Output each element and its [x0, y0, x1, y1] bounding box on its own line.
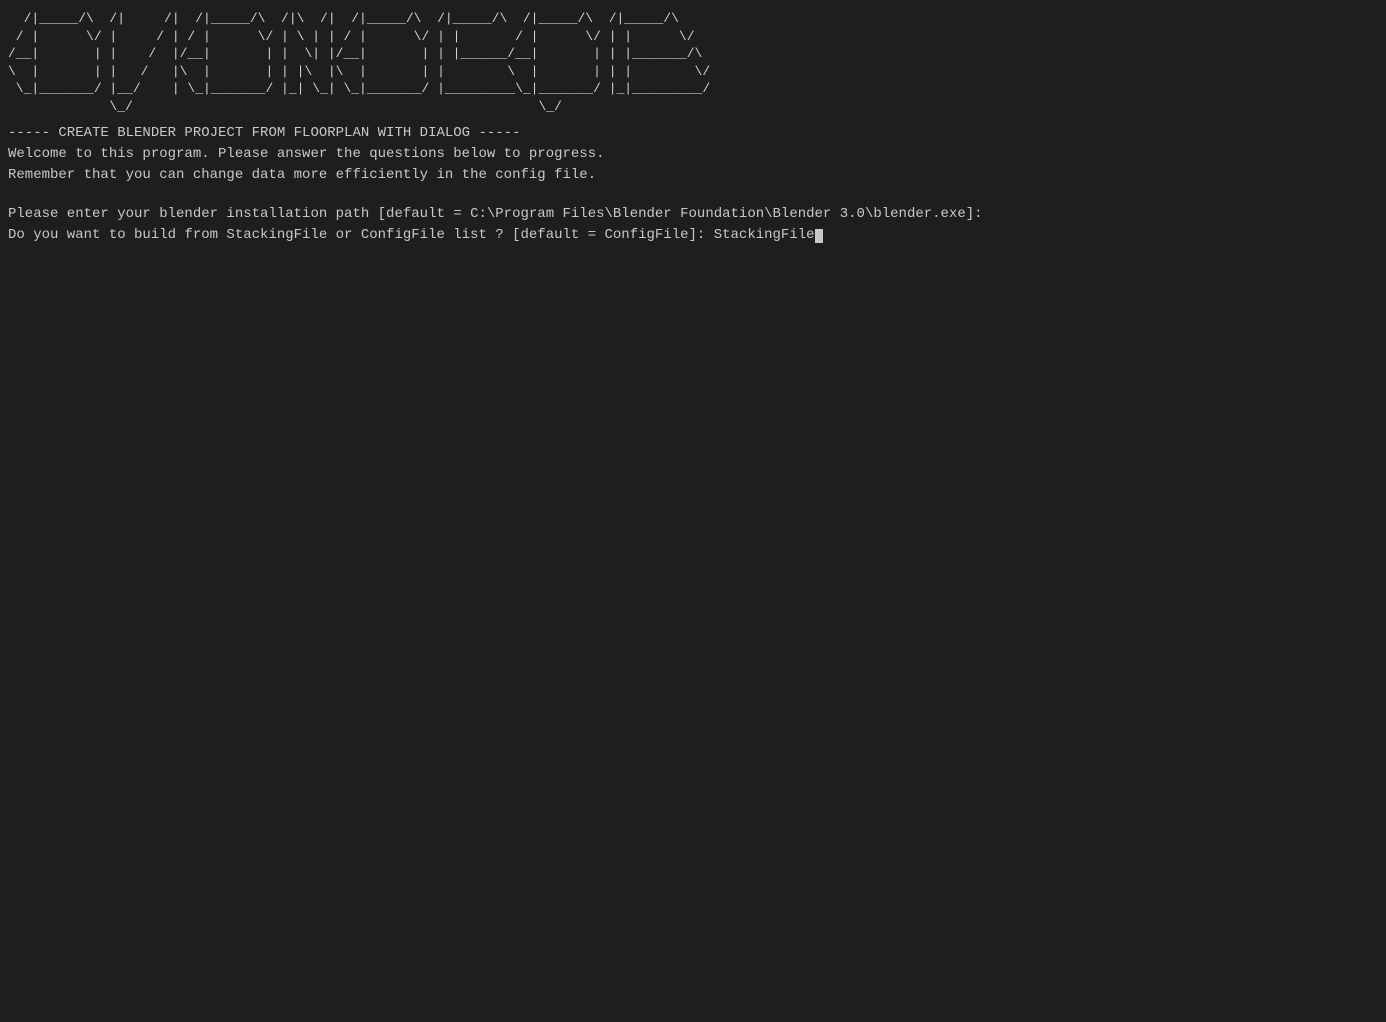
- terminal-cursor: [815, 229, 823, 243]
- separator-line: ----- CREATE BLENDER PROJECT FROM FLOORP…: [8, 123, 1378, 144]
- terminal-content: ----- CREATE BLENDER PROJECT FROM FLOORP…: [8, 123, 1378, 246]
- blender-path-prompt: Please enter your blender installation p…: [8, 204, 1378, 225]
- remember-line: Remember that you can change data more e…: [8, 165, 1378, 186]
- welcome-line: Welcome to this program. Please answer t…: [8, 144, 1378, 165]
- ascii-art-banner: /|_____/\ /| /| /|_____/\ /|\ /| /|_____…: [8, 10, 1378, 115]
- terminal-window: /|_____/\ /| /| /|_____/\ /|\ /| /|_____…: [0, 0, 1386, 1022]
- stacking-prompt: Do you want to build from StackingFile o…: [8, 225, 1378, 246]
